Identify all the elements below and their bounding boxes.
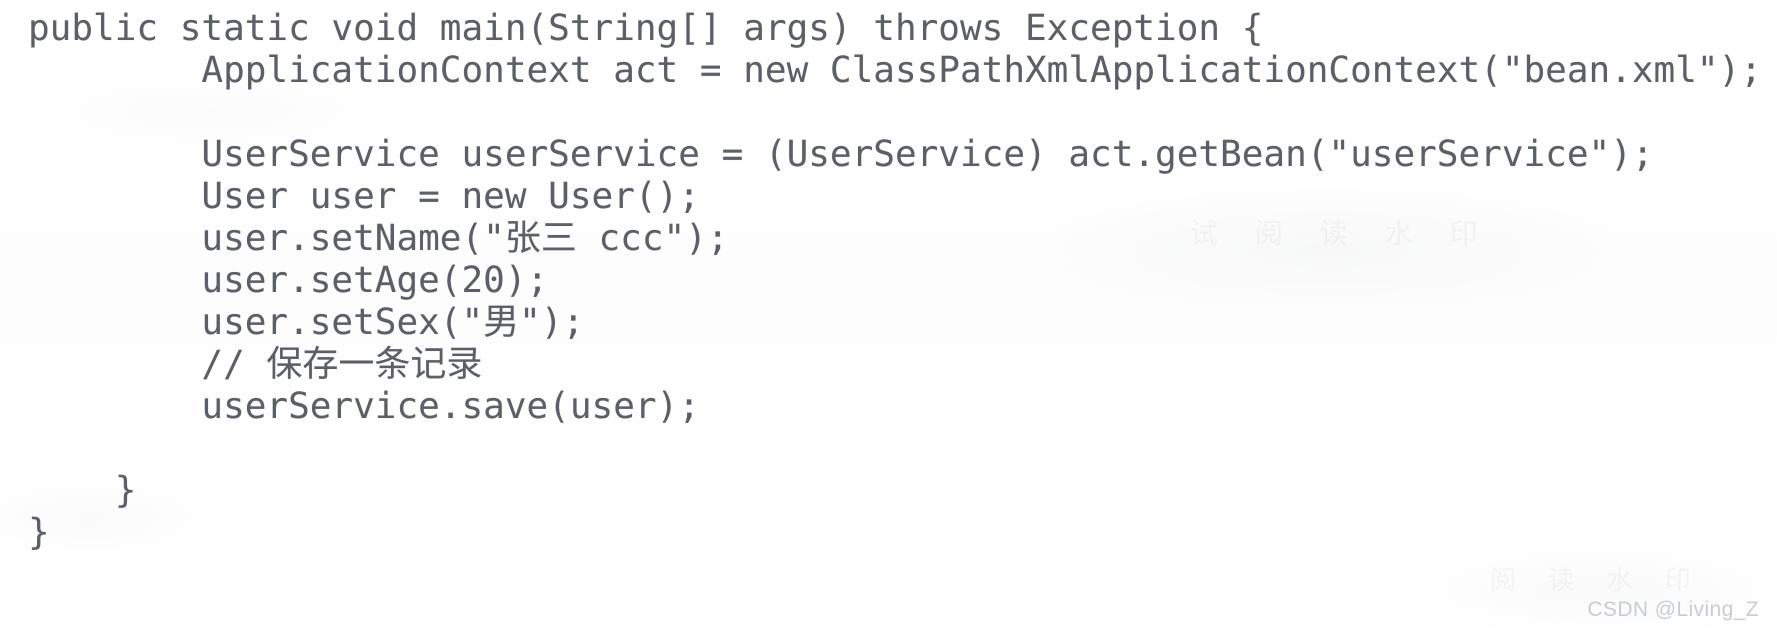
code-line: public static void main(String[] args) t… [28,8,1264,49]
background-watermark-lower: 阅 读 水 印 [1490,566,1703,596]
code-screenshot: 试 阅 读 水 印 阅 读 水 印 public static void mai… [0,0,1777,630]
csdn-watermark: CSDN @Living_Z [1587,598,1759,621]
code-line: User user = new User(); [28,176,700,217]
code-line: ApplicationContext act = new ClassPathXm… [28,50,1762,91]
code-line: // 保存一条记录 [28,344,483,385]
code-block: public static void main(String[] args) t… [0,0,1777,554]
code-line: user.setSex("男"); [28,302,585,343]
code-line: user.setName("张三 ccc"); [28,218,729,259]
code-line: } [28,470,137,511]
code-line: userService.save(user); [28,386,700,427]
code-line: } [28,512,50,553]
code-line: user.setAge(20); [28,260,549,301]
code-line: UserService userService = (UserService) … [28,134,1654,175]
